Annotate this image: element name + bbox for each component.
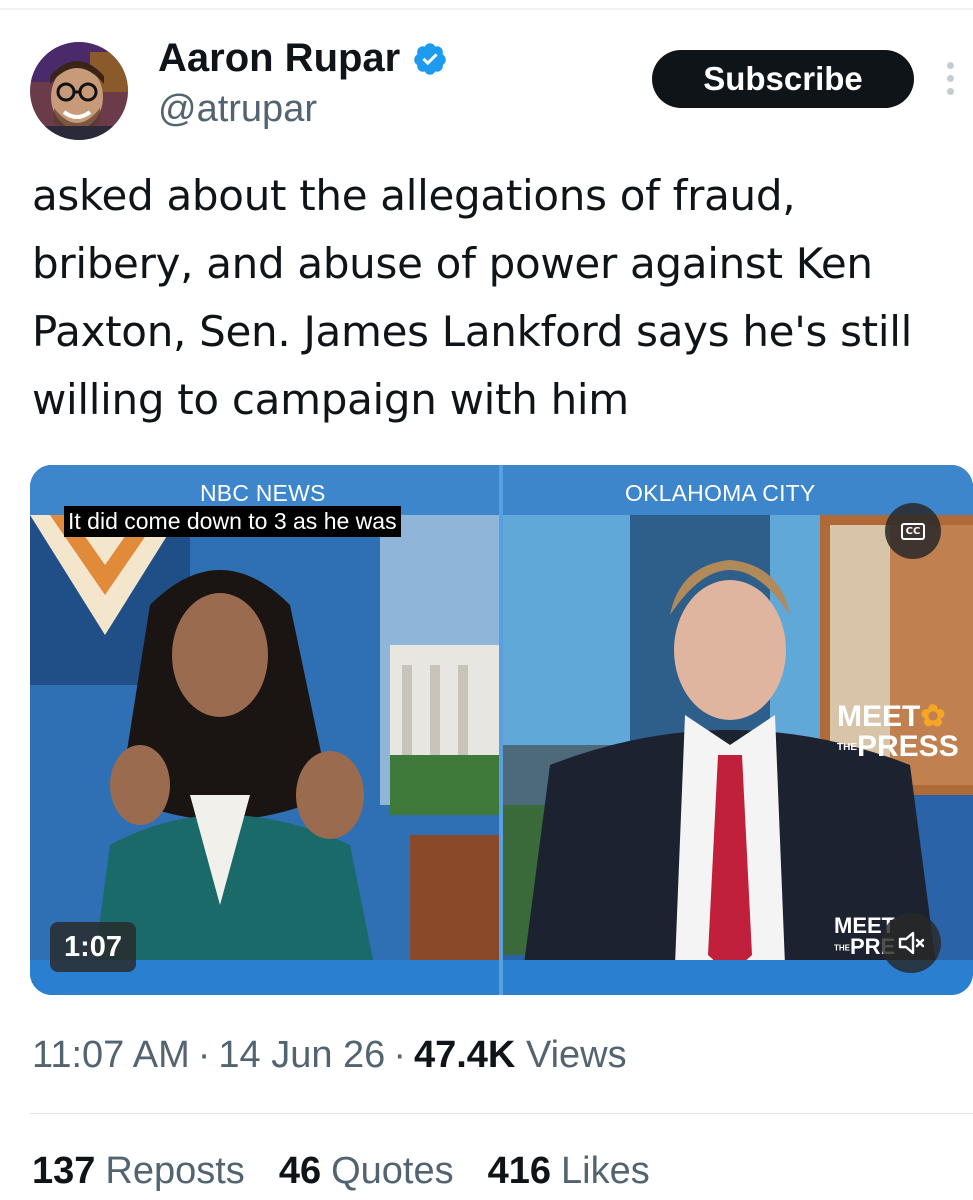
likes-stat[interactable]: 416 Likes [488, 1150, 650, 1193]
video-frame [30, 465, 973, 995]
reposts-stat[interactable]: 137 Reposts [32, 1150, 245, 1193]
engagement-stats: 137 Reposts 46 Quotes 416 Likes [32, 1150, 650, 1193]
show-logo: MEET✿ THEPRESS [837, 700, 959, 763]
cc-icon: CC [900, 522, 926, 540]
location-label: OKLAHOMA CITY [625, 480, 816, 506]
subscribe-button[interactable]: Subscribe [652, 50, 914, 108]
quotes-count: 46 [278, 1150, 322, 1192]
network-label: NBC NEWS [200, 480, 326, 506]
likes-count: 416 [487, 1150, 552, 1192]
reposts-label: Reposts [105, 1150, 245, 1192]
quotes-stat[interactable]: 46 Quotes [279, 1150, 454, 1193]
verified-badge-icon [414, 42, 446, 75]
video-duration: 1:07 [50, 922, 136, 972]
quotes-label: Quotes [331, 1150, 454, 1192]
tweet-time[interactable]: 11:07 AM [32, 1034, 190, 1076]
closed-captions-button[interactable]: CC [885, 503, 941, 559]
stats-divider [30, 1113, 973, 1114]
author-display-name[interactable]: Aaron Rupar [158, 36, 400, 81]
avatar[interactable] [30, 42, 128, 140]
likes-label: Likes [561, 1150, 650, 1192]
views-label: Views [525, 1034, 627, 1076]
author-handle[interactable]: @atrupar [158, 88, 317, 131]
views-count: 47.4K [413, 1034, 516, 1076]
more-options-icon[interactable] [943, 62, 957, 102]
tweet-date[interactable]: 14 Jun 26 [218, 1034, 385, 1076]
author-name-row: Aaron Rupar [158, 36, 448, 81]
tweet-meta: 11:07 AM · 14 Jun 26 · 47.4K Views [32, 1034, 627, 1076]
speaker-muted-icon [898, 931, 925, 955]
mute-button[interactable] [881, 913, 941, 973]
tweet-text: asked about the allegations of fraud, br… [32, 171, 912, 424]
reposts-count: 137 [32, 1150, 96, 1192]
top-divider [0, 8, 973, 10]
video-caption: It did come down to 3 as he was [64, 506, 401, 537]
avatar-image [30, 42, 128, 140]
video-player[interactable]: NBC NEWS OKLAHOMA CITY It did come down … [30, 465, 973, 995]
